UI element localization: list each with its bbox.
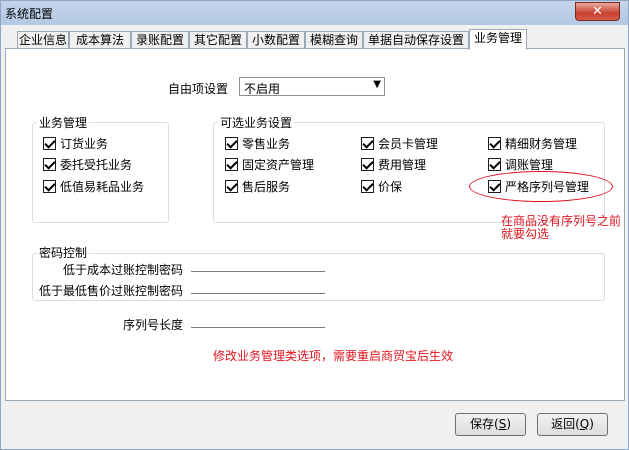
checkbox-checked-icon[interactable] — [225, 180, 238, 193]
tab-decimal-config[interactable]: 小数配置 — [247, 31, 305, 49]
highlight-ellipse — [469, 171, 613, 202]
save-button-label: 保存 — [469, 417, 494, 431]
order-business-checkbox[interactable]: 订货业务 — [43, 135, 108, 151]
back-button[interactable]: 返回(Q) — [537, 413, 608, 436]
annotation-line-2: 就要勾选 — [501, 227, 550, 241]
after-sales-checkbox[interactable]: 售后服务 — [225, 178, 290, 194]
custom-setting-label: 自由项设置 — [168, 82, 229, 96]
optional-business-title: 可选业务设置 — [218, 114, 295, 131]
serial-length-label: 序列号长度 — [123, 318, 184, 332]
tab-company-info[interactable]: 企业信息 — [17, 31, 69, 49]
cost-password-field[interactable] — [191, 271, 325, 272]
adjustment-management-checkbox[interactable]: 调账管理 — [488, 156, 553, 172]
system-config-window: 系统配置 ✕ 企业信息 成本算法 录账配置 其它配置 小数配置 模糊查询 单据自… — [0, 0, 629, 450]
checkbox-checked-icon[interactable] — [488, 137, 501, 150]
checkbox-checked-icon[interactable] — [43, 180, 56, 193]
fixed-assets-checkbox[interactable]: 固定资产管理 — [225, 156, 314, 172]
custom-setting-value: 不启用 — [244, 82, 281, 96]
checkbox-label: 零售业务 — [242, 137, 291, 151]
checkbox-checked-icon[interactable] — [361, 158, 374, 171]
tab-entry-config[interactable]: 录账配置 — [131, 31, 189, 49]
checkbox-label: 订货业务 — [60, 137, 109, 151]
serial-length-field[interactable] — [191, 327, 325, 328]
tab-cost-algorithm[interactable]: 成本算法 — [69, 31, 131, 49]
checkbox-checked-icon[interactable] — [488, 158, 501, 171]
business-management-title: 业务管理 — [37, 114, 90, 131]
min-price-password-field[interactable] — [191, 293, 325, 294]
checkbox-checked-icon[interactable] — [43, 137, 56, 150]
tab-business-management[interactable]: 业务管理 — [469, 29, 527, 50]
price-protection-checkbox[interactable]: 价保 — [361, 178, 402, 194]
low-value-consumables-checkbox[interactable]: 低值易耗品业务 — [43, 178, 144, 194]
checkbox-label: 委托受托业务 — [60, 158, 133, 172]
tab-other-config[interactable]: 其它配置 — [189, 31, 247, 49]
fine-finance-checkbox[interactable]: 精细财务管理 — [488, 135, 577, 151]
checkbox-label: 售后服务 — [242, 180, 291, 194]
checkbox-label: 低值易耗品业务 — [60, 180, 145, 194]
close-button[interactable]: ✕ — [575, 2, 620, 21]
checkbox-checked-icon[interactable] — [361, 137, 374, 150]
checkbox-checked-icon[interactable] — [225, 158, 238, 171]
checkbox-label: 调账管理 — [505, 158, 554, 172]
tab-fuzzy-query[interactable]: 模糊查询 — [305, 31, 363, 49]
back-shortcut-key: Q — [579, 417, 590, 431]
checkbox-checked-icon[interactable] — [225, 137, 238, 150]
checkbox-label: 会员卡管理 — [378, 137, 439, 151]
cost-password-label: 低于成本过账控制密码 — [63, 263, 184, 277]
checkbox-checked-icon[interactable] — [43, 158, 56, 171]
expense-management-checkbox[interactable]: 费用管理 — [361, 156, 426, 172]
min-price-password-label: 低于最低售价过账控制密码 — [39, 284, 184, 298]
window-title: 系统配置 — [5, 7, 54, 21]
checkbox-label: 固定资产管理 — [242, 158, 315, 172]
restart-notice: 修改业务管理类选项，需要重启商贸宝后生效 — [213, 349, 454, 363]
save-button[interactable]: 保存(S) — [455, 413, 526, 436]
custom-setting-select[interactable]: 不启用 ▼ — [239, 77, 385, 96]
retail-business-checkbox[interactable]: 零售业务 — [225, 135, 290, 151]
consignment-business-checkbox[interactable]: 委托受托业务 — [43, 156, 132, 172]
save-shortcut-key: S — [498, 417, 507, 431]
back-button-label: 返回 — [551, 417, 576, 431]
checkbox-label: 精细财务管理 — [505, 137, 578, 151]
chevron-down-icon[interactable]: ▼ — [373, 79, 381, 90]
title-bar: 系统配置 ✕ — [1, 1, 628, 25]
member-card-checkbox[interactable]: 会员卡管理 — [361, 135, 438, 151]
tab-auto-save[interactable]: 单据自动保存设置 — [363, 31, 469, 49]
checkbox-label: 价保 — [378, 180, 403, 194]
checkbox-label: 费用管理 — [378, 158, 427, 172]
checkbox-checked-icon[interactable] — [361, 180, 374, 193]
password-control-title: 密码控制 — [37, 244, 90, 261]
